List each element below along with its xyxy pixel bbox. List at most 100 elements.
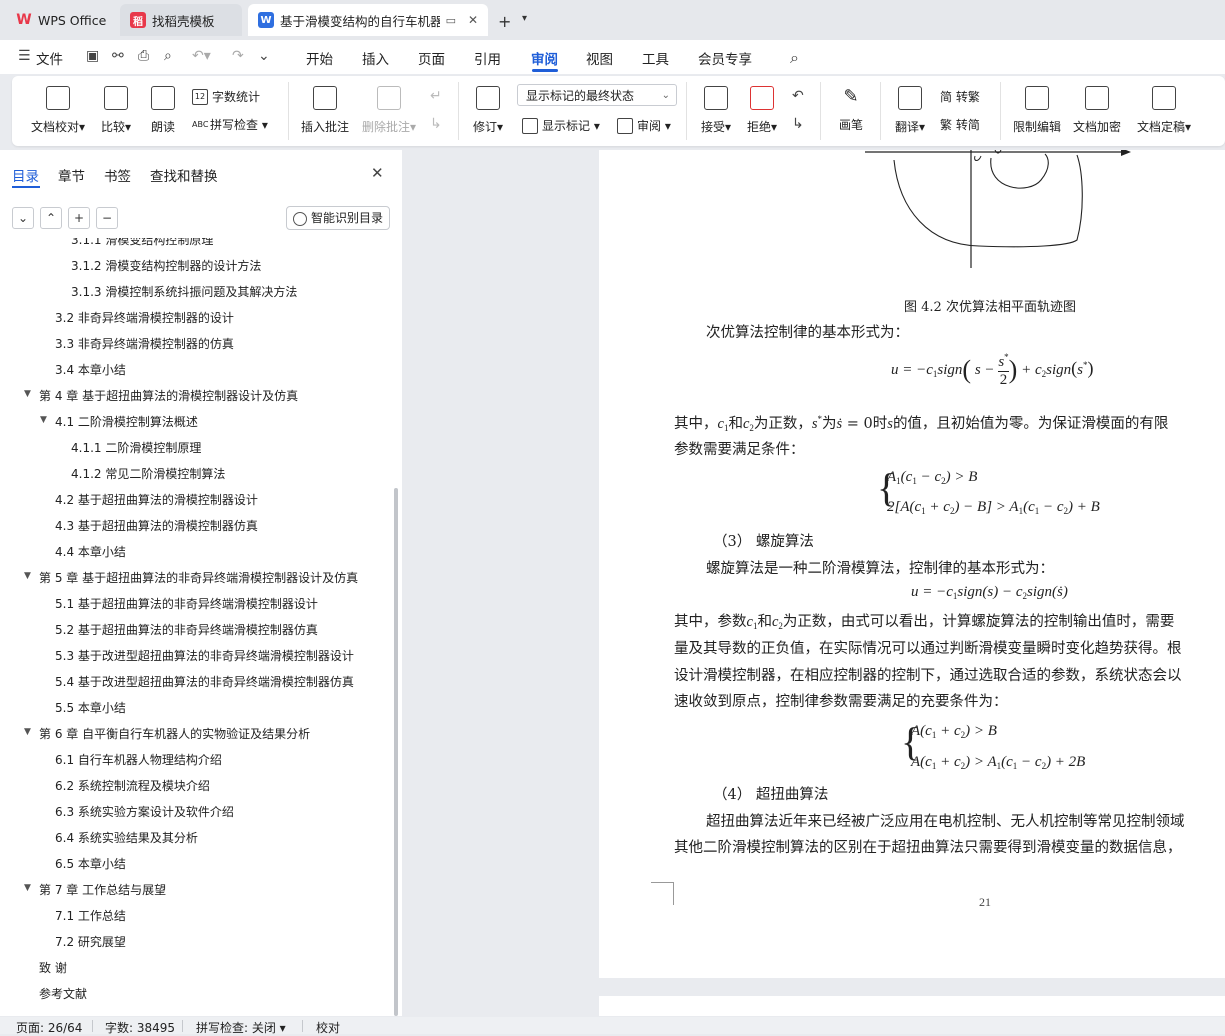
close-icon[interactable]: ✕ bbox=[371, 164, 384, 182]
translate-button[interactable]: 翻译▾ bbox=[892, 86, 928, 135]
redo-icon[interactable]: ↷ bbox=[232, 48, 244, 64]
toc-item[interactable]: 4.4 本章小结 bbox=[55, 543, 126, 560]
chevron-down-icon[interactable]: ⌄ bbox=[258, 48, 270, 64]
menu-view[interactable]: 视图 bbox=[586, 48, 613, 68]
restrict-edit-button[interactable]: 限制编辑 bbox=[1012, 86, 1062, 135]
toc-item[interactable]: 6.5 本章小结 bbox=[55, 855, 126, 872]
proofread-button[interactable]: 文档校对▾ bbox=[28, 86, 88, 135]
toc-item[interactable]: 6.4 系统实验结果及其分析 bbox=[55, 829, 198, 846]
to-simplified-button[interactable]: 繁 转简 bbox=[940, 116, 980, 133]
menu-reference[interactable]: 引用 bbox=[474, 48, 501, 68]
expand-arrow-icon[interactable]: ▼ bbox=[24, 389, 31, 399]
to-traditional-button[interactable]: 简 转繁 bbox=[940, 88, 980, 105]
toc-item[interactable]: 5.4 基于改进型超扭曲算法的非奇异终端滑模控制器仿真 bbox=[55, 673, 354, 690]
toc-item[interactable]: 3.3 非奇异终端滑模控制器的仿真 bbox=[55, 335, 234, 352]
toc-item[interactable]: 3.1.3 滑模控制系统抖振问题及其解决方法 bbox=[71, 283, 297, 300]
toc-item[interactable]: 6.3 系统实验方案设计及软件介绍 bbox=[55, 803, 234, 820]
tab-template-store[interactable]: 稻 找稻壳模板 bbox=[120, 4, 242, 36]
word-count-button[interactable]: 12 字数统计 bbox=[192, 88, 260, 105]
hamburger-icon[interactable]: ☰ bbox=[18, 48, 31, 64]
toc-item[interactable]: 4.1.1 二阶滑模控制原理 bbox=[71, 439, 201, 456]
menu-page[interactable]: 页面 bbox=[418, 48, 445, 68]
collapse-down-icon[interactable]: ⌄ bbox=[12, 207, 34, 229]
close-icon[interactable]: ✕ bbox=[468, 13, 478, 27]
toc-item[interactable]: ▼ 第 5 章 基于超扭曲算法的非奇异终端滑模控制器设计及仿真 bbox=[24, 569, 358, 586]
toc-item[interactable]: 6.2 系统控制流程及模块介绍 bbox=[55, 777, 210, 794]
revise-button[interactable]: 修订▾ bbox=[470, 86, 506, 135]
next-change-icon[interactable]: ↳ bbox=[792, 116, 804, 132]
toc-item[interactable]: 4.3 基于超扭曲算法的滑模控制器仿真 bbox=[55, 517, 258, 534]
accept-button[interactable]: 接受▾ bbox=[698, 86, 734, 135]
word-count-indicator[interactable]: 字数: 38495 bbox=[105, 1019, 175, 1036]
toc-item[interactable]: 3.2 非奇异终端滑模控制器的设计 bbox=[55, 309, 234, 326]
menu-tools[interactable]: 工具 bbox=[642, 48, 669, 68]
toc-item[interactable]: 5.5 本章小结 bbox=[55, 699, 126, 716]
share-icon[interactable]: ⚯ bbox=[112, 48, 124, 64]
save-icon[interactable]: ▣ bbox=[86, 48, 99, 64]
nav-tab-bookmarks[interactable]: 书签 bbox=[104, 165, 131, 185]
nav-tab-chapters[interactable]: 章节 bbox=[58, 165, 85, 185]
new-tab-plus-icon[interactable]: + bbox=[498, 12, 511, 31]
toc-item[interactable]: 致 谢 bbox=[39, 959, 67, 976]
read-aloud-button[interactable]: 朗读 bbox=[146, 86, 180, 135]
print-icon[interactable]: ⎙ bbox=[138, 48, 149, 64]
monitor-icon[interactable]: ▭ bbox=[446, 14, 456, 27]
menu-file[interactable]: 文件 bbox=[36, 48, 63, 68]
toc-item[interactable]: 7.1 工作总结 bbox=[55, 907, 126, 924]
toc-item[interactable]: 5.2 基于超扭曲算法的非奇异终端滑模控制器仿真 bbox=[55, 621, 318, 638]
smart-toc-button[interactable]: 智能识别目录 bbox=[286, 206, 390, 230]
undo-icon[interactable]: ↶▾ bbox=[192, 48, 211, 64]
toc-item[interactable]: 4.2 基于超扭曲算法的滑模控制器设计 bbox=[55, 491, 258, 508]
insert-comment-button[interactable]: 插入批注 bbox=[300, 86, 350, 135]
proof-status[interactable]: 校对 bbox=[316, 1019, 340, 1036]
menu-review[interactable]: 审阅 bbox=[531, 48, 558, 68]
review-pane-button[interactable]: 审阅 ▾ bbox=[617, 117, 671, 134]
toc-item[interactable]: 参考文献 bbox=[39, 985, 87, 1002]
expand-arrow-icon[interactable]: ▼ bbox=[24, 883, 31, 893]
menu-insert[interactable]: 插入 bbox=[362, 48, 389, 68]
toc-item[interactable]: 3.1.2 滑模变结构控制器的设计方法 bbox=[71, 257, 261, 274]
toc-item[interactable]: 5.3 基于改进型超扭曲算法的非奇异终端滑模控制器设计 bbox=[55, 647, 354, 664]
toc-item[interactable]: ▼ 第 6 章 自平衡自行车机器人的实物验证及结果分析 bbox=[24, 725, 310, 742]
next-comment-icon[interactable]: ↳ bbox=[430, 116, 442, 132]
print-preview-icon[interactable]: ⌕ bbox=[164, 48, 172, 64]
toc-item[interactable]: ▼ 第 4 章 基于超扭曲算法的滑模控制器设计及仿真 bbox=[24, 387, 298, 404]
toc-item[interactable]: 4.1.2 常见二阶滑模控制算法 bbox=[71, 465, 225, 482]
tab-wps-office[interactable]: W WPS Office bbox=[6, 4, 116, 36]
expand-arrow-icon[interactable]: ▼ bbox=[24, 727, 31, 737]
markup-state-select[interactable]: 显示标记的最终状态 ⌄ bbox=[517, 84, 677, 106]
toc-item[interactable]: 3.1.1 滑模变结构控制原理 bbox=[71, 238, 213, 248]
prev-change-icon[interactable]: ↶ bbox=[792, 88, 804, 104]
prev-comment-icon[interactable]: ↵ bbox=[430, 88, 442, 104]
spell-check-button[interactable]: ABC 拼写检查 ▾ bbox=[192, 116, 268, 133]
collapse-up-icon[interactable]: ⌃ bbox=[40, 207, 62, 229]
page-indicator[interactable]: 页面: 26/64 bbox=[16, 1019, 82, 1036]
active-menu-indicator bbox=[532, 69, 558, 72]
finalize-button[interactable]: 文档定稿▾ bbox=[1132, 86, 1196, 135]
search-icon[interactable]: ⌕ bbox=[790, 48, 799, 68]
spell-check-status[interactable]: 拼写检查: 关闭 ▾ bbox=[196, 1019, 286, 1036]
reject-button[interactable]: 拒绝▾ bbox=[744, 86, 780, 135]
menu-start[interactable]: 开始 bbox=[306, 48, 333, 68]
tab-document[interactable]: W 基于滑模变结构的自行车机器人 ▭ ✕ bbox=[248, 4, 488, 36]
show-markup-button[interactable]: 显示标记 ▾ bbox=[522, 117, 600, 134]
expand-arrow-icon[interactable]: ▼ bbox=[24, 571, 31, 581]
expand-arrow-icon[interactable]: ▼ bbox=[40, 415, 47, 425]
compare-button[interactable]: 比较▾ bbox=[96, 86, 136, 135]
remove-heading-icon[interactable]: − bbox=[96, 207, 118, 229]
menu-member[interactable]: 会员专享 bbox=[698, 48, 752, 68]
nav-tab-find-replace[interactable]: 查找和替换 bbox=[150, 165, 218, 185]
pen-button[interactable]: ✎ 画笔 bbox=[836, 86, 866, 133]
encrypt-button[interactable]: 文档加密 bbox=[1072, 86, 1122, 135]
toc-item[interactable]: ▼ 第 7 章 工作总结与展望 bbox=[24, 881, 166, 898]
chevron-down-icon[interactable]: ▾ bbox=[522, 13, 527, 24]
toc-item[interactable]: ▼ 4.1 二阶滑模控制算法概述 bbox=[40, 413, 198, 430]
nav-scrollbar[interactable] bbox=[394, 488, 398, 1016]
toc-item[interactable]: 3.4 本章小结 bbox=[55, 361, 126, 378]
toc-item[interactable]: 6.1 自行车机器人物理结构介绍 bbox=[55, 751, 222, 768]
add-heading-icon[interactable]: + bbox=[68, 207, 90, 229]
toc-item[interactable]: 5.1 基于超扭曲算法的非奇异终端滑模控制器设计 bbox=[55, 595, 318, 612]
nav-tab-toc[interactable]: 目录 bbox=[12, 165, 39, 185]
delete-comment-button[interactable]: 删除批注▾ bbox=[360, 86, 418, 135]
toc-item[interactable]: 7.2 研究展望 bbox=[55, 933, 126, 950]
